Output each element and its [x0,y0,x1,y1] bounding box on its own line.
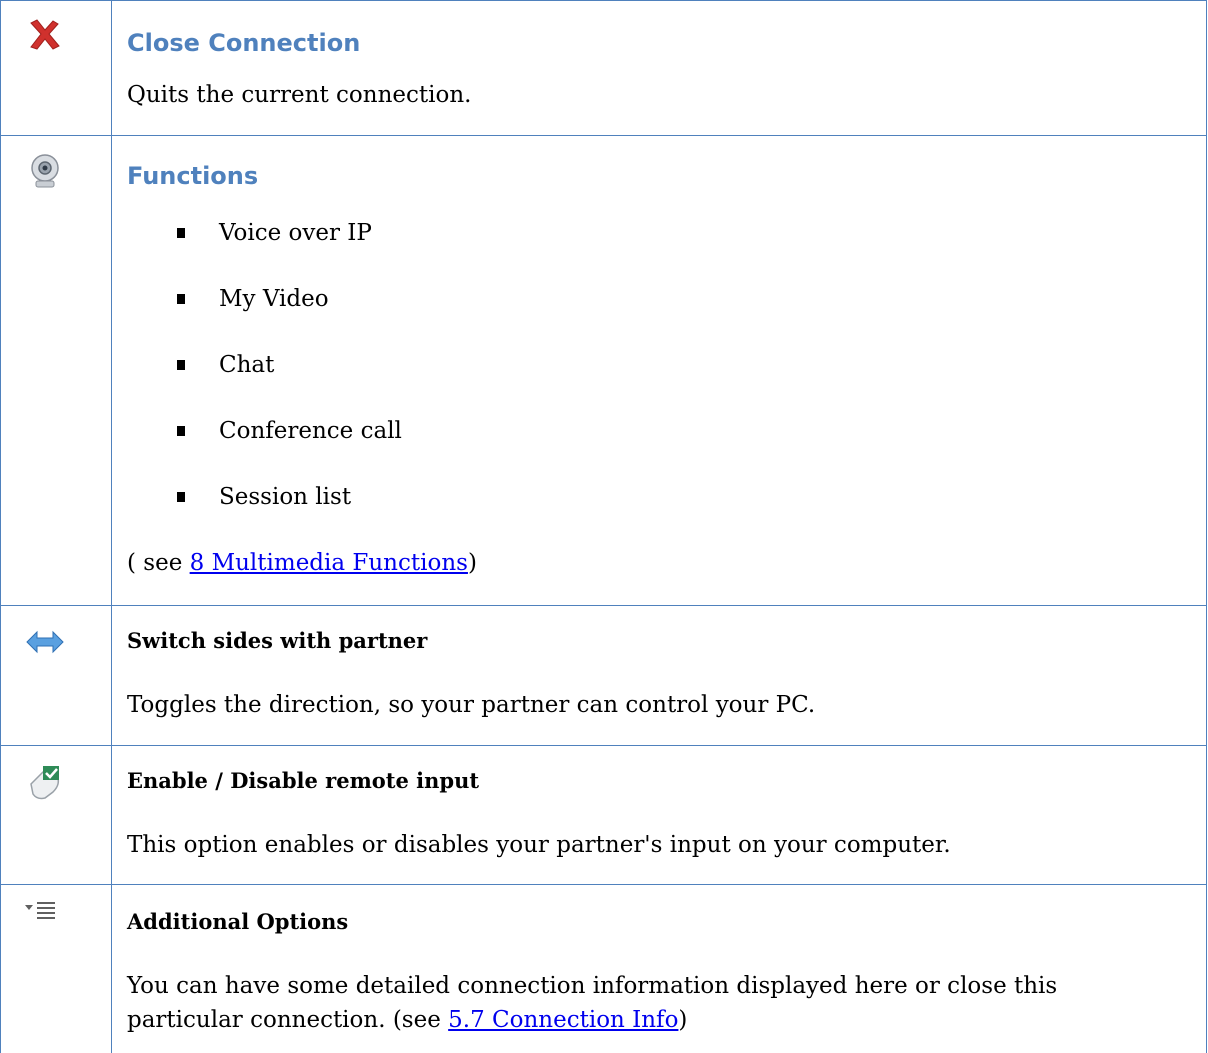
connection-info-link[interactable]: 5.7 Connection Info [448,1007,678,1033]
list-item: Session list [127,480,1206,514]
mouse-check-icon [21,758,69,806]
description-suffix: ) [678,1007,688,1033]
close-x-icon [21,11,69,59]
row-title: Close Connection [127,29,361,57]
list-item: Voice over IP [127,216,1206,250]
icon-cell [0,135,112,606]
webcam-icon [21,148,69,196]
row-title: Switch sides with partner [127,628,428,653]
row-description: This option enables or disables your par… [127,832,951,858]
icon-cell [0,745,112,885]
icon-cell [0,605,112,746]
icon-cell [0,884,112,1053]
description-cell: Functions Voice over IP My Video Chat Co… [111,135,1207,606]
table-row-switch-sides: Switch sides with partner Toggles the di… [0,605,1207,746]
row-description: You can have some detailed connection in… [127,969,1206,1037]
icon-cell [0,0,112,136]
description-cell: Switch sides with partner Toggles the di… [111,605,1207,746]
toolbar-reference-table: Close Connection Quits the current conne… [0,0,1207,1053]
list-item: Chat [127,348,1206,382]
see-prefix: ( see [127,550,190,576]
description-cell: Enable / Disable remote input This optio… [111,745,1207,885]
row-title: Functions [127,162,259,190]
table-row-functions: Functions Voice over IP My Video Chat Co… [0,135,1207,606]
row-title: Enable / Disable remote input [127,768,480,793]
row-title: Additional Options [127,909,349,934]
options-menu-icon [21,893,69,941]
row-description: Toggles the direction, so your partner c… [127,692,816,718]
list-item: My Video [127,282,1206,316]
multimedia-functions-link[interactable]: 8 Multimedia Functions [190,550,468,576]
table-row-remote-input: Enable / Disable remote input This optio… [0,745,1207,885]
functions-list: Voice over IP My Video Chat Conference c… [127,216,1206,514]
row-description: Quits the current connection. [127,82,472,108]
switch-arrows-icon [21,618,69,666]
see-suffix: ) [467,550,477,576]
list-item: Conference call [127,414,1206,448]
table-row-additional-options: Additional Options You can have some det… [0,884,1207,1053]
see-reference: ( see 8 Multimedia Functions) [127,546,1206,580]
description-cell: Close Connection Quits the current conne… [111,0,1207,136]
description-cell: Additional Options You can have some det… [111,884,1207,1053]
table-row-close-connection: Close Connection Quits the current conne… [0,0,1207,136]
